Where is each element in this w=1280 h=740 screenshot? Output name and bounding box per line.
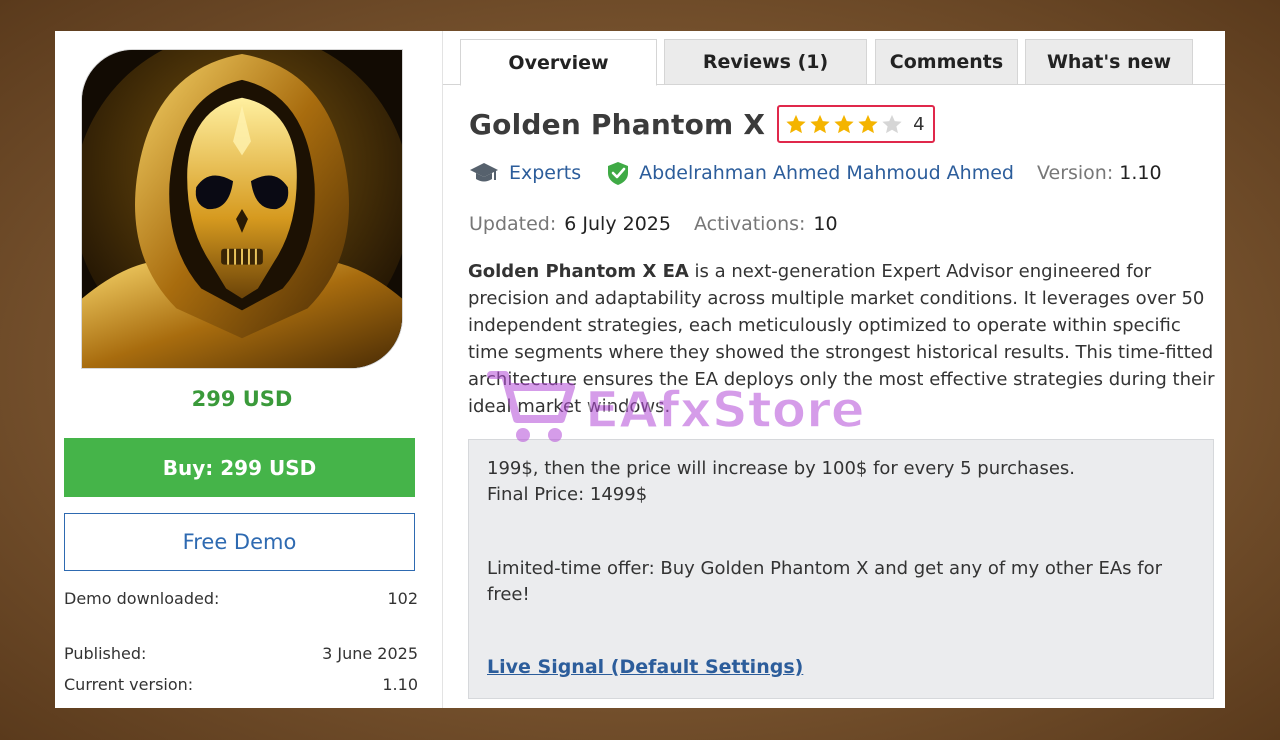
star-empty-icon — [882, 114, 902, 134]
stat-label: Published: — [64, 644, 147, 663]
stat-demo-downloaded: Demo downloaded: 102 — [64, 589, 418, 608]
category-link[interactable]: Experts — [509, 162, 581, 184]
product-sidebar: 299 USD Buy: 299 USD Free Demo Demo down… — [55, 31, 443, 708]
stat-current-version: Current version: 1.10 — [64, 675, 418, 694]
star-filled-icon — [834, 114, 854, 134]
offer-line-3: Limited-time offer: Buy Golden Phantom X… — [487, 558, 1163, 605]
graduation-cap-icon — [470, 163, 498, 182]
offer-line-2: Final Price: 1499$ — [487, 484, 648, 505]
rating-box[interactable]: 4 — [777, 105, 935, 143]
updated-label: Updated: — [469, 213, 557, 235]
version-value: 1.10 — [1119, 162, 1162, 184]
star-filled-icon — [786, 114, 806, 134]
description-lead: Golden Phantom X EA — [468, 261, 689, 282]
tab-reviews[interactable]: Reviews (1) — [664, 39, 867, 85]
product-meta: Experts Abdelrahman Ahmed Mahmoud Ahmed … — [469, 158, 1162, 188]
tab-whats-new[interactable]: What's new — [1025, 39, 1193, 85]
buy-button[interactable]: Buy: 299 USD — [64, 438, 415, 497]
offer-line-1: 199$, then the price will increase by 10… — [487, 458, 1076, 479]
activations-label: Activations: — [693, 213, 806, 235]
version-label: Version: — [1036, 162, 1114, 184]
product-description: Golden Phantom X EA is a next-generation… — [468, 258, 1218, 420]
activations-value: 10 — [813, 213, 838, 235]
updated-value: 6 July 2025 — [564, 213, 671, 235]
stat-value: 1.10 — [382, 675, 418, 694]
product-title: Golden Phantom X — [469, 107, 766, 141]
product-page: 299 USD Buy: 299 USD Free Demo Demo down… — [55, 31, 1225, 708]
stat-published: Published: 3 June 2025 — [64, 644, 418, 663]
tab-comments[interactable]: Comments — [875, 39, 1018, 85]
tab-bar: Overview Reviews (1) Comments What's new — [460, 39, 1225, 86]
title-row: Golden Phantom X 4 — [469, 104, 935, 144]
stat-value: 102 — [387, 589, 418, 608]
product-image — [81, 49, 403, 369]
stat-label: Current version: — [64, 675, 194, 694]
offer-box: 199$, then the price will increase by 10… — [468, 439, 1214, 699]
stat-label: Demo downloaded: — [64, 589, 220, 608]
live-signal-link[interactable]: Live Signal (Default Settings) — [487, 656, 803, 678]
product-price: 299 USD — [191, 387, 293, 411]
stat-value: 3 June 2025 — [322, 644, 418, 663]
product-meta-dates: Updated: 6 July 2025 Activations: 10 — [469, 209, 838, 239]
free-demo-button[interactable]: Free Demo — [64, 513, 415, 571]
star-filled-icon — [858, 114, 878, 134]
tab-overview[interactable]: Overview — [460, 39, 657, 86]
star-filled-icon — [810, 114, 830, 134]
description-text: is a next-generation Expert Advisor engi… — [468, 261, 1215, 417]
verified-shield-icon — [608, 162, 629, 185]
author-link[interactable]: Abdelrahman Ahmed Mahmoud Ahmed — [639, 162, 1014, 184]
rating-value: 4 — [913, 113, 925, 135]
golden-phantom-artwork — [82, 50, 402, 368]
